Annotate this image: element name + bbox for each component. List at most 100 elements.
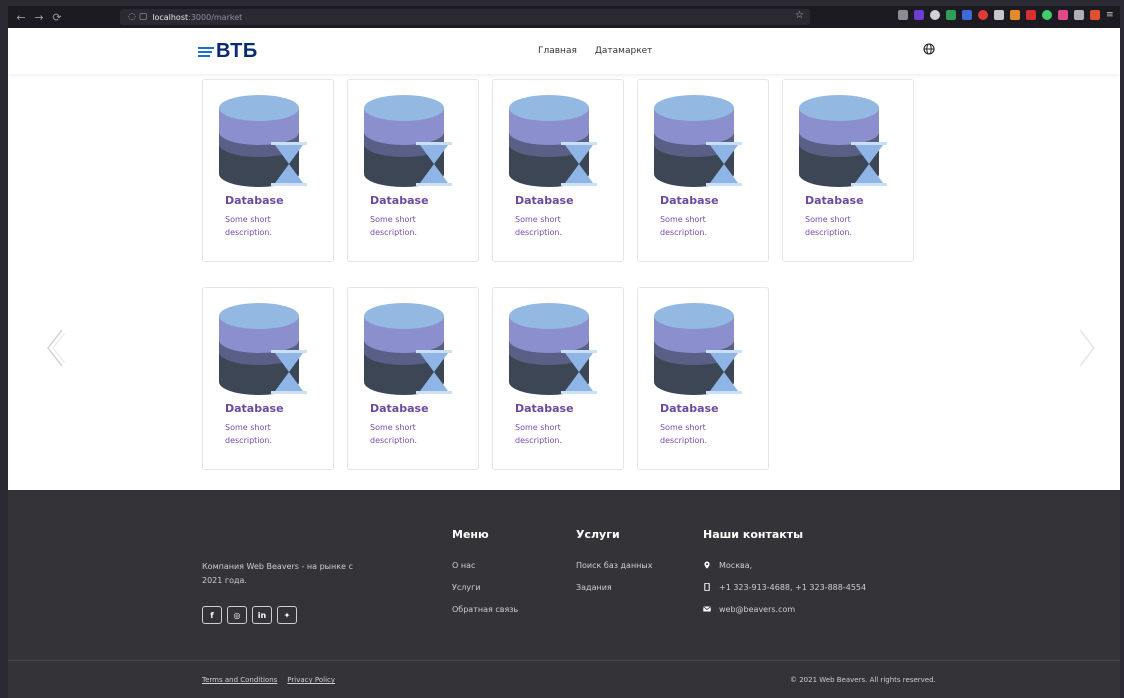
database-card[interactable]: Database Some short description. bbox=[347, 287, 479, 470]
site-footer: Компания Web Beavers - на рынке с 2021 г… bbox=[8, 490, 1120, 698]
footer-divider bbox=[8, 660, 1120, 661]
database-card[interactable]: Database Some short description. bbox=[347, 79, 479, 262]
database-card[interactable]: Database Some short description. bbox=[202, 79, 334, 262]
browser-window: ← → ⟳ ◌ ▢ localhost :3000/market ☆ ≡ ВТБ… bbox=[8, 6, 1120, 698]
nav-link-datamarket[interactable]: Датамаркет bbox=[595, 46, 653, 56]
card-description: Some short description. bbox=[515, 215, 563, 237]
contact-email: web@beavers.com bbox=[703, 598, 866, 620]
facebook-icon[interactable]: f bbox=[202, 606, 222, 624]
main-nav: Главная Датамаркет bbox=[538, 46, 652, 56]
url-path: :3000/market bbox=[188, 12, 243, 22]
contact-email-text[interactable]: web@beavers.com bbox=[719, 605, 795, 614]
footer-link-about[interactable]: О нас bbox=[452, 554, 518, 576]
extension-icon[interactable] bbox=[994, 10, 1004, 20]
contact-city: Москва, bbox=[703, 554, 866, 576]
database-card[interactable]: Database Some short description. bbox=[492, 287, 624, 470]
bookmark-star-icon[interactable]: ☆ bbox=[795, 10, 804, 21]
footer-link-tasks[interactable]: Задания bbox=[576, 576, 652, 598]
card-description: Some short description. bbox=[370, 215, 418, 237]
url-host: localhost bbox=[152, 12, 189, 22]
footer-menu-title: Меню bbox=[452, 528, 489, 541]
extension-icon[interactable] bbox=[1042, 10, 1052, 20]
card-title: Database bbox=[805, 194, 864, 207]
extensions-bar: ≡ bbox=[898, 10, 1116, 20]
database-hourglass-icon bbox=[364, 95, 452, 187]
social-links: f ◎ in ✦ bbox=[202, 606, 297, 624]
card-description: Some short description. bbox=[515, 423, 563, 445]
database-card[interactable]: Database Some short description. bbox=[202, 287, 334, 470]
terms-link[interactable]: Terms and Conditions bbox=[202, 676, 277, 684]
browser-toolbar: ← → ⟳ ◌ ▢ localhost :3000/market ☆ ≡ bbox=[8, 6, 1120, 28]
mail-icon bbox=[703, 606, 711, 612]
footer-contacts: Наши контакты Москва, +1 323-913-4688, +… bbox=[703, 528, 866, 620]
legal-links: Terms and Conditions Privacy Policy bbox=[202, 676, 335, 684]
extension-icon[interactable] bbox=[1058, 10, 1068, 20]
instagram-icon[interactable]: ◎ bbox=[227, 606, 247, 624]
database-card[interactable]: Database Some short description. bbox=[637, 79, 769, 262]
extension-icon[interactable] bbox=[978, 10, 988, 20]
contact-city-text: Москва, bbox=[719, 560, 753, 570]
twitter-icon[interactable]: ✦ bbox=[277, 606, 297, 624]
back-icon[interactable]: ← bbox=[12, 11, 30, 24]
nav-link-home[interactable]: Главная bbox=[538, 46, 577, 56]
page-info-icon[interactable]: ◌ ▢ bbox=[128, 12, 147, 22]
vtb-logo[interactable]: ВТБ bbox=[198, 40, 258, 63]
linkedin-icon[interactable]: in bbox=[252, 606, 272, 624]
privacy-link[interactable]: Privacy Policy bbox=[287, 676, 335, 684]
database-hourglass-icon bbox=[509, 303, 597, 395]
card-title: Database bbox=[515, 194, 574, 207]
footer-link-feedback[interactable]: Обратная связь bbox=[452, 598, 518, 620]
extension-icon[interactable] bbox=[1026, 10, 1036, 20]
extension-icon[interactable] bbox=[1090, 10, 1100, 20]
globe-icon[interactable] bbox=[923, 43, 935, 55]
database-hourglass-icon bbox=[219, 303, 307, 395]
database-card[interactable]: Database Some short description. bbox=[782, 79, 914, 262]
database-hourglass-icon bbox=[509, 95, 597, 187]
card-description: Some short description. bbox=[225, 423, 273, 445]
extension-icon[interactable] bbox=[898, 10, 908, 20]
footer-contacts-title: Наши контакты bbox=[703, 528, 804, 541]
card-title: Database bbox=[660, 402, 719, 415]
logo-mark-icon bbox=[198, 46, 214, 57]
forward-icon[interactable]: → bbox=[30, 11, 48, 24]
card-title: Database bbox=[370, 402, 429, 415]
card-title: Database bbox=[225, 402, 284, 415]
card-title: Database bbox=[370, 194, 429, 207]
site-header: ВТБ Главная Датамаркет bbox=[8, 28, 1120, 74]
card-title: Database bbox=[225, 194, 284, 207]
database-hourglass-icon bbox=[654, 95, 742, 187]
copyright: © 2021 Web Beavers. All rights reserved. bbox=[790, 676, 936, 684]
contact-phone-text: +1 323-913-4688, +1 323-888-4554 bbox=[719, 582, 867, 592]
map-pin-icon bbox=[704, 561, 710, 569]
extension-icon[interactable] bbox=[962, 10, 972, 20]
footer-menu: Меню О нас Услуги Обратная связь bbox=[452, 528, 518, 620]
card-description: Some short description. bbox=[370, 423, 418, 445]
extension-icon[interactable] bbox=[1074, 10, 1084, 20]
reload-icon[interactable]: ⟳ bbox=[48, 11, 66, 24]
menu-icon[interactable]: ≡ bbox=[1106, 10, 1116, 20]
card-title: Database bbox=[660, 194, 719, 207]
url-bar[interactable]: ◌ ▢ localhost :3000/market ☆ bbox=[120, 9, 810, 25]
card-description: Some short description. bbox=[660, 215, 708, 237]
database-card[interactable]: Database Some short description. bbox=[492, 79, 624, 262]
card-description: Some short description. bbox=[660, 423, 708, 445]
contact-phone: +1 323-913-4688, +1 323-888-4554 bbox=[703, 576, 866, 598]
card-description: Some short description. bbox=[805, 215, 853, 237]
extension-icon[interactable] bbox=[1010, 10, 1020, 20]
database-hourglass-icon bbox=[654, 303, 742, 395]
database-hourglass-icon bbox=[799, 95, 887, 187]
chevron-left-icon[interactable] bbox=[44, 328, 66, 368]
datamarket-grid: Database Some short description. Database S… bbox=[8, 74, 1120, 490]
chevron-right-icon[interactable] bbox=[1076, 328, 1098, 368]
extension-icon[interactable] bbox=[930, 10, 940, 20]
extension-icon[interactable] bbox=[914, 10, 924, 20]
card-title: Database bbox=[515, 402, 574, 415]
database-hourglass-icon bbox=[364, 303, 452, 395]
footer-link-db-search[interactable]: Поиск баз данных bbox=[576, 554, 652, 576]
logo-text: ВТБ bbox=[216, 40, 258, 62]
extension-icon[interactable] bbox=[946, 10, 956, 20]
database-card[interactable]: Database Some short description. bbox=[637, 287, 769, 470]
footer-services-title: Услуги bbox=[576, 528, 620, 541]
database-hourglass-icon bbox=[219, 95, 307, 187]
footer-link-services[interactable]: Услуги bbox=[452, 576, 518, 598]
